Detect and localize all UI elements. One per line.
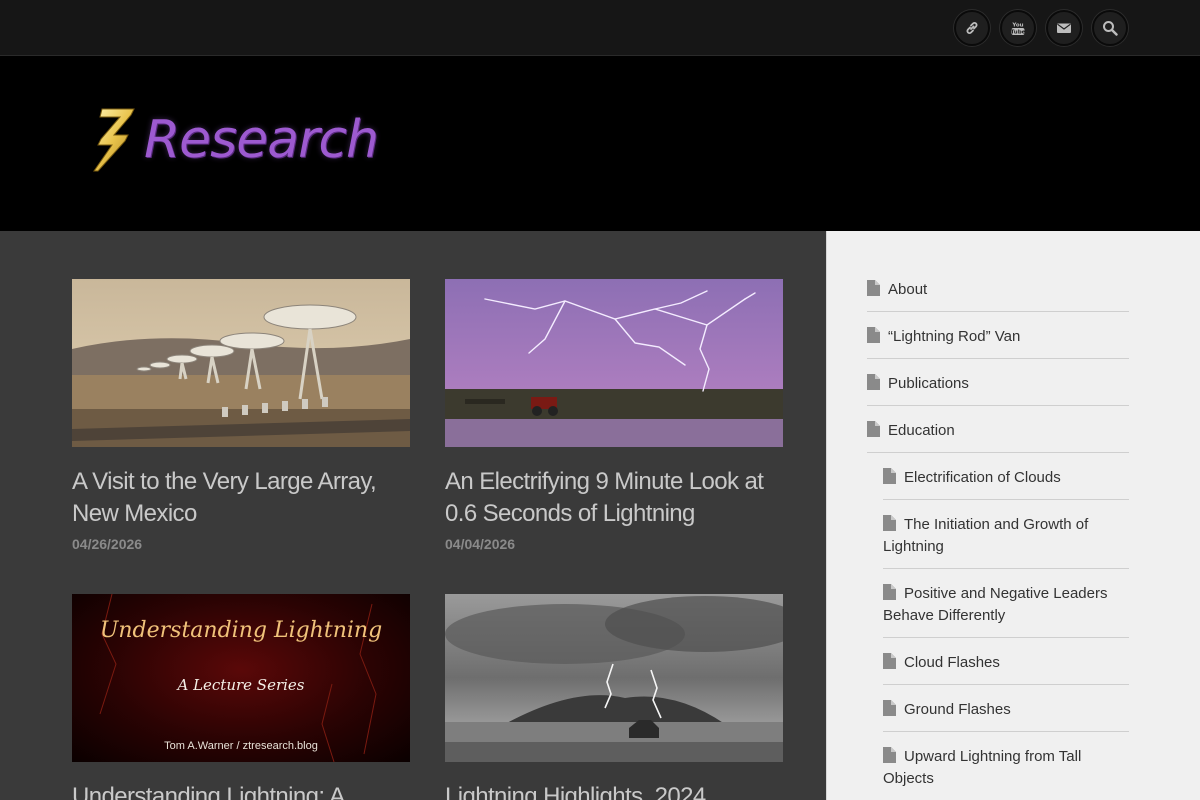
post-date: 04/04/2026 [445, 536, 516, 552]
post-card[interactable]: A Visit to the Very Large Array, New Mex… [72, 279, 410, 552]
document-icon [883, 515, 896, 531]
sidebar-item-label: About [888, 281, 928, 298]
link-icon [966, 22, 978, 34]
sidebar-item-upward-lightning[interactable]: Upward Lightning from Tall Objects [883, 732, 1129, 800]
top-bar: You Tube [0, 0, 1200, 56]
document-icon [867, 421, 880, 437]
lecture-subtitle: A Lecture Series [177, 676, 305, 694]
document-icon [883, 468, 896, 484]
sidebar-item-ground-flashes[interactable]: Ground Flashes [883, 685, 1129, 732]
sidebar-item-label: Publications [888, 375, 969, 392]
social-icons: You Tube [954, 10, 1128, 46]
post-card[interactable]: An Electrifying 9 Minute Look at 0.6 Sec… [445, 279, 783, 552]
sidebar-item-about[interactable]: About [867, 271, 1129, 312]
post-thumbnail-lecture[interactable]: Understanding Lightning A Lecture Series… [72, 594, 410, 762]
post-thumbnail-vla[interactable] [72, 279, 410, 447]
sidebar: About “Lightning Rod” Van Publications E… [826, 231, 1200, 800]
link-button[interactable] [954, 10, 990, 46]
post-title[interactable]: An Electrifying 9 Minute Look at 0.6 Sec… [445, 466, 783, 530]
youtube-icon: You Tube [1011, 23, 1026, 36]
post-title[interactable]: Understanding Lightning: A [72, 781, 410, 800]
lecture-credit: Tom A.Warner / ztresearch.blog [164, 740, 318, 752]
document-icon [867, 280, 880, 296]
sidebar-item-label: “Lightning Rod” Van [888, 328, 1021, 345]
search-icon [1103, 21, 1118, 36]
post-card[interactable]: Lightning Highlights, 2024 [445, 594, 783, 800]
post-date: 04/26/2026 [72, 536, 143, 552]
document-icon [867, 327, 880, 343]
document-icon [883, 700, 896, 716]
sidebar-item-positive-negative-leaders[interactable]: Positive and Negative Leaders Behave Dif… [883, 569, 1129, 638]
email-button[interactable] [1046, 10, 1082, 46]
site-header: Research [0, 56, 1200, 231]
posts-grid: A Visit to the Very Large Array, New Mex… [0, 231, 826, 800]
sidebar-menu: About “Lightning Rod” Van Publications E… [867, 271, 1129, 800]
svg-text:You: You [1011, 23, 1023, 29]
sidebar-item-label: Upward Lightning from Tall Objects [883, 748, 1082, 787]
logo-text: Research [144, 110, 379, 170]
sidebar-item-education[interactable]: Education [867, 406, 1129, 453]
lightning-bolt-icon [93, 108, 135, 172]
lecture-title: Understanding Lightning [99, 618, 383, 643]
sidebar-item-label: Electrification of Clouds [904, 469, 1061, 486]
post-thumbnail-lightning-purple[interactable] [445, 279, 783, 447]
sidebar-item-initiation-and-growth[interactable]: The Initiation and Growth of Lightning [883, 500, 1129, 569]
sidebar-item-publications[interactable]: Publications [867, 359, 1129, 406]
document-icon [883, 747, 896, 763]
youtube-button[interactable]: You Tube [1000, 10, 1036, 46]
sidebar-item-electrification-of-clouds[interactable]: Electrification of Clouds [883, 453, 1129, 500]
site-logo[interactable]: Research [84, 100, 379, 180]
sidebar-item-label: Positive and Negative Leaders Behave Dif… [883, 585, 1108, 624]
post-thumbnail-storm-bw[interactable] [445, 594, 783, 762]
post-title[interactable]: A Visit to the Very Large Array, New Mex… [72, 466, 410, 530]
search-button[interactable] [1092, 10, 1128, 46]
document-icon [883, 653, 896, 669]
post-card[interactable]: Understanding Lightning A Lecture Series… [72, 594, 410, 800]
sidebar-item-label: Ground Flashes [904, 701, 1011, 718]
sidebar-item-label: The Initiation and Growth of Lightning [883, 516, 1089, 555]
mail-icon [1057, 23, 1071, 33]
document-icon [883, 584, 896, 600]
document-icon [867, 374, 880, 390]
post-title[interactable]: Lightning Highlights, 2024 [445, 781, 783, 800]
sidebar-item-cloud-flashes[interactable]: Cloud Flashes [883, 638, 1129, 685]
svg-text:Tube: Tube [1011, 30, 1026, 36]
sidebar-item-lightning-rod-van[interactable]: “Lightning Rod” Van [867, 312, 1129, 359]
sidebar-item-label: Education [888, 422, 955, 439]
sidebar-item-label: Cloud Flashes [904, 654, 1000, 671]
